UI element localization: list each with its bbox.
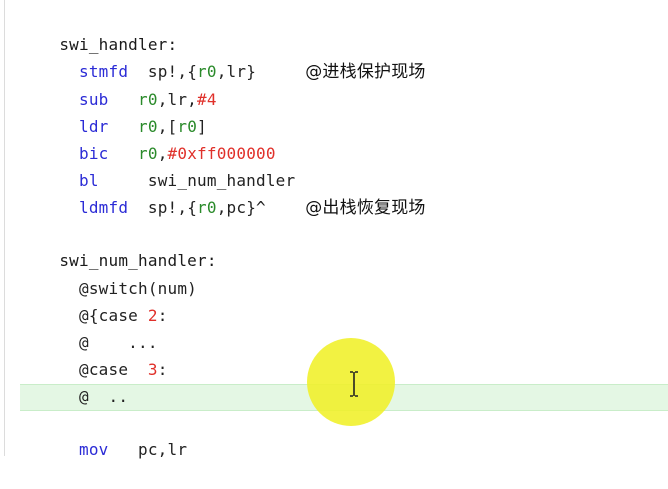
code-line-8[interactable]: swi_num_handler:	[20, 222, 217, 270]
code-editor[interactable]: swi_handler: stmfd sp!,{r0,lr} @进栈保护现场 s…	[0, 0, 668, 459]
comment: :	[157, 306, 168, 325]
comment: @ ..	[79, 387, 129, 406]
editor-left-border	[4, 0, 5, 456]
code-line-5[interactable]: bic r0,#0xff000000	[20, 115, 276, 163]
code-line-12[interactable]: @case 3:	[20, 331, 168, 379]
register: r0	[197, 198, 217, 217]
i-beam-cursor-icon	[350, 371, 358, 397]
comment-number: 3	[147, 360, 158, 379]
operands: ,lr}	[216, 62, 257, 81]
code-line-4[interactable]: ldr r0,[r0]	[20, 88, 207, 136]
comment: @进栈保护现场	[305, 62, 426, 82]
code-line-15[interactable]: mov pc,lr	[20, 411, 187, 459]
code-line-3[interactable]: sub r0,lr,#4	[20, 61, 217, 109]
code-line-7[interactable]: ldmfd sp!,{r0,pc}^ @出栈恢复现场	[20, 169, 426, 218]
operands: sp!,{	[147, 198, 198, 217]
comment: @出栈恢复现场	[305, 198, 426, 218]
code-line-6[interactable]: bl swi_num_handler	[20, 142, 295, 190]
operands: ,pc}^	[216, 198, 266, 217]
mnemonic: ldmfd	[79, 198, 129, 217]
operands: pc,lr	[138, 440, 188, 459]
mnemonic: mov	[79, 440, 109, 459]
code-line-10[interactable]: @{case 2:	[20, 277, 168, 325]
code-line-13[interactable]: @ ..	[20, 358, 128, 406]
code-line-11[interactable]: @ ...	[20, 304, 158, 352]
code-line-1[interactable]: swi_handler:	[20, 6, 177, 54]
comment: :	[157, 360, 168, 379]
code-line-2[interactable]: stmfd sp!,{r0,lr} @进栈保护现场	[20, 33, 426, 82]
code-line-9[interactable]: @switch(num)	[20, 250, 197, 298]
